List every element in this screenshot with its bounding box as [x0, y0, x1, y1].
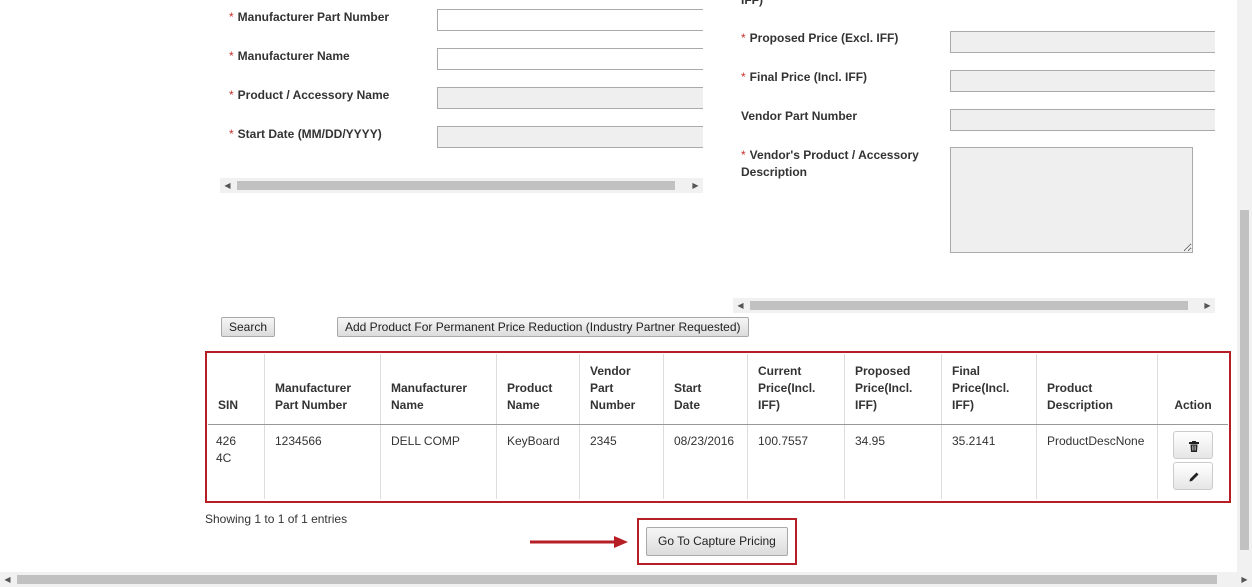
header-current-price[interactable]: Current Price(Incl. IFF) — [747, 354, 845, 425]
cell-proposed-price: 34.95 — [844, 424, 942, 499]
cell-sin: 426 4C — [208, 424, 265, 499]
header-proposed-price[interactable]: Proposed Price(Incl. IFF) — [844, 354, 942, 425]
cell-product-description: ProductDescNone — [1036, 424, 1158, 499]
header-start-date[interactable]: Start Date — [663, 354, 748, 425]
label-start-date: * Start Date (MM/DD/YYYY) — [229, 127, 382, 141]
scroll-right-arrow-icon[interactable]: ▶ — [688, 178, 703, 193]
vertical-scrollbar-thumb[interactable] — [1240, 210, 1249, 550]
vendor-product-description-textarea[interactable] — [950, 147, 1193, 253]
cell-manufacturer-part-number: 1234566 — [264, 424, 381, 499]
cell-current-price: 100.7557 — [747, 424, 845, 499]
search-button[interactable]: Search — [221, 317, 276, 337]
manufacturer-part-number-input[interactable] — [437, 9, 703, 31]
scroll-right-arrow-icon[interactable]: ▶ — [1200, 298, 1215, 313]
right-form-horizontal-scrollbar[interactable]: ◀ ▶ — [733, 298, 1215, 313]
cell-final-price: 35.2141 — [941, 424, 1037, 499]
cell-manufacturer-name: DELL COMP — [380, 424, 497, 499]
add-product-button[interactable]: Add Product For Permanent Price Reductio… — [337, 317, 749, 337]
vendor-part-number-input[interactable] — [950, 109, 1215, 131]
scrollbar-thumb[interactable] — [750, 301, 1188, 310]
products-table: SIN Manufacturer Part Number Manufacturer… — [208, 354, 1228, 499]
scroll-left-arrow-icon[interactable]: ◀ — [0, 572, 15, 587]
header-product-description[interactable]: Product Description — [1036, 354, 1158, 425]
label-final-price: * Final Price (Incl. IFF) — [741, 70, 868, 84]
header-sin[interactable]: SIN — [208, 354, 265, 425]
cell-vendor-part-number: 2345 — [579, 424, 664, 499]
label-vendor-product-description: * Vendor's Product / Accessory Descriptio… — [741, 148, 919, 179]
table-row: 426 4C 1234566 DELL COMP KeyBoard 2345 08… — [208, 424, 1229, 500]
scroll-left-arrow-icon[interactable]: ◀ — [733, 298, 748, 313]
label-proposed-price: * Proposed Price (Excl. IFF) — [741, 31, 899, 45]
label-manufacturer-name: * Manufacturer Name — [229, 49, 350, 63]
scroll-left-arrow-icon[interactable]: ◀ — [220, 178, 235, 193]
proposed-price-input[interactable] — [950, 31, 1215, 53]
final-price-input[interactable] — [950, 70, 1215, 92]
edit-button[interactable] — [1173, 462, 1213, 490]
scrollbar-thumb[interactable] — [237, 181, 675, 190]
start-date-input[interactable] — [437, 126, 703, 148]
header-product-name[interactable]: Product Name — [496, 354, 580, 425]
scroll-right-arrow-icon[interactable]: ▶ — [1237, 572, 1252, 587]
label-product-accessory-name: * Product / Accessory Name — [229, 88, 390, 102]
header-action: Action — [1157, 354, 1228, 425]
go-to-capture-pricing-button[interactable]: Go To Capture Pricing — [646, 527, 788, 556]
cell-product-name: KeyBoard — [496, 424, 580, 499]
header-manufacturer-name[interactable]: Manufacturer Name — [380, 354, 497, 425]
scrollbar-thumb[interactable] — [17, 575, 1217, 584]
label-vendor-part-number: Vendor Part Number — [741, 109, 858, 123]
trash-icon — [1189, 441, 1199, 452]
manufacturer-name-input[interactable] — [437, 48, 703, 70]
cell-action — [1158, 425, 1229, 500]
header-vendor-part-number[interactable]: Vendor Part Number — [579, 354, 664, 425]
delete-button[interactable] — [1173, 431, 1213, 459]
cell-start-date: 08/23/2016 — [663, 424, 748, 499]
page-vertical-scrollbar[interactable] — [1237, 0, 1252, 572]
pencil-icon — [1189, 472, 1199, 482]
product-accessory-name-input[interactable] — [437, 87, 703, 109]
header-final-price[interactable]: Final Price(Incl. IFF) — [941, 354, 1037, 425]
label-manufacturer-part-number: * Manufacturer Part Number — [229, 10, 390, 24]
label-truncated: IFF) — [741, 0, 763, 7]
header-manufacturer-part-number[interactable]: Manufacturer Part Number — [264, 354, 381, 425]
left-form-horizontal-scrollbar[interactable]: ◀ ▶ — [220, 178, 703, 193]
table-header-row: SIN Manufacturer Part Number Manufacturer… — [208, 354, 1228, 425]
arrow-right-icon — [530, 536, 628, 548]
page-horizontal-scrollbar[interactable]: ◀ ▶ — [0, 572, 1252, 587]
table-info-text: Showing 1 to 1 of 1 entries — [205, 512, 348, 526]
